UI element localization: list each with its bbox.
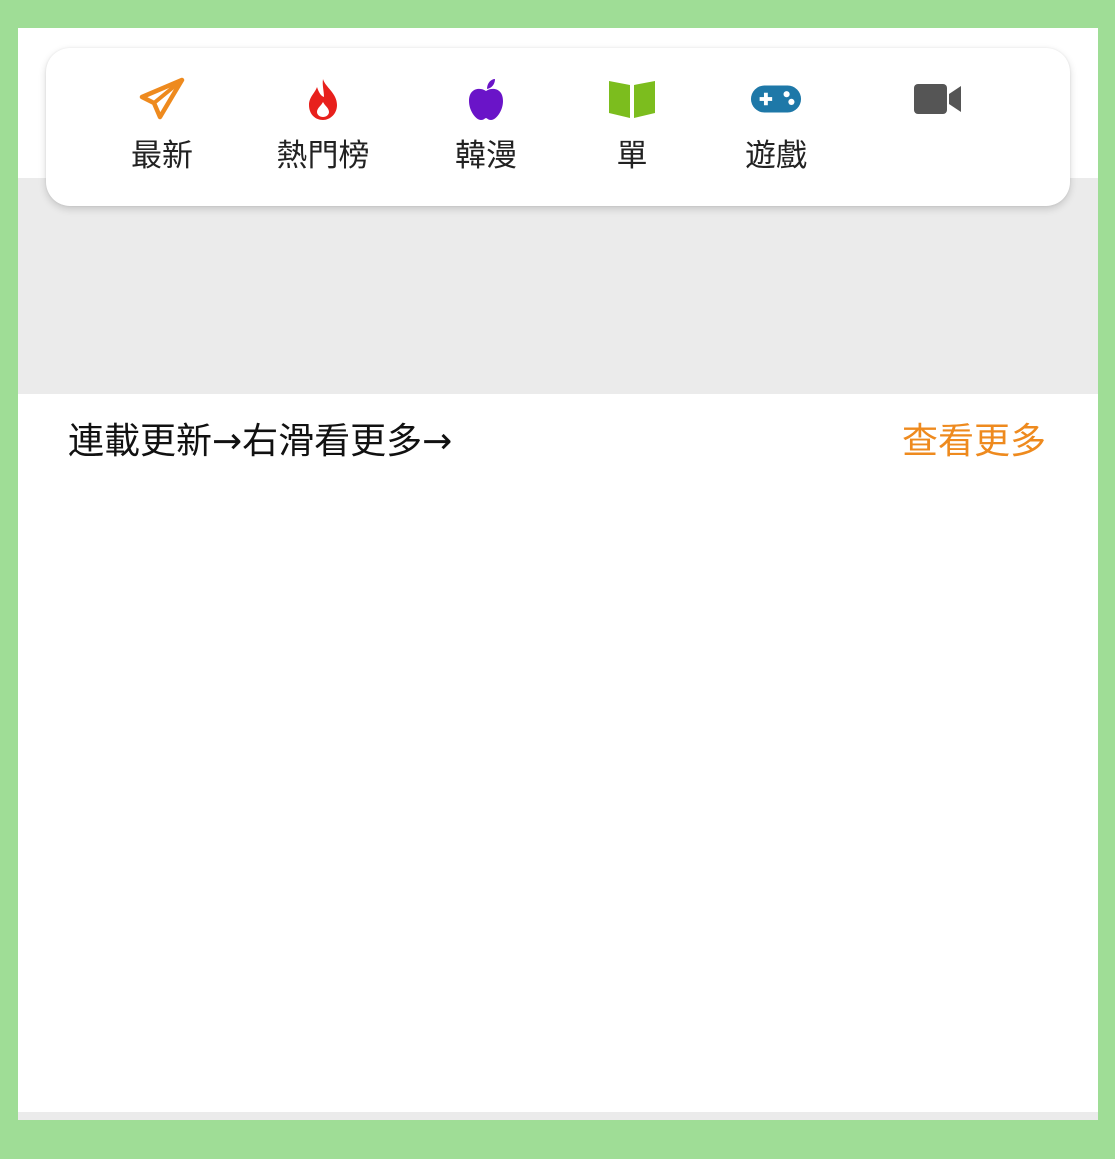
apple-icon bbox=[460, 76, 512, 122]
fire-icon bbox=[297, 76, 349, 122]
nav-label: 遊戲 bbox=[745, 138, 807, 174]
category-nav-card: 最新 熱門榜 韓漫 單 遊戲 bbox=[46, 48, 1070, 206]
nav-item-korean-manhwa[interactable]: 韓漫 bbox=[434, 48, 538, 206]
nav-label: 韓漫 bbox=[455, 138, 517, 174]
nav-label: 最新 bbox=[131, 138, 193, 174]
banner-area bbox=[18, 178, 1098, 394]
nav-label: 熱門榜 bbox=[276, 138, 370, 174]
nav-item-games[interactable]: 遊戲 bbox=[724, 48, 828, 206]
nav-label: 單 bbox=[616, 138, 648, 174]
video-camera-icon bbox=[912, 76, 964, 122]
view-more-link[interactable]: 查看更多 bbox=[902, 420, 1046, 464]
nav-item-latest[interactable]: 最新 bbox=[110, 48, 214, 206]
nav-item-video[interactable] bbox=[886, 48, 990, 206]
app-screen: 最新 熱門榜 韓漫 單 遊戲 連載更新→右滑看更多→ 查看更多 bbox=[18, 28, 1098, 1120]
section-title: 連載更新→右滑看更多→ bbox=[68, 421, 453, 462]
nav-item-hot-ranking[interactable]: 熱門榜 bbox=[268, 48, 378, 206]
open-book-icon bbox=[606, 76, 658, 122]
bottom-divider bbox=[18, 1112, 1098, 1120]
paper-plane-icon bbox=[136, 76, 188, 122]
gamepad-icon bbox=[750, 76, 802, 122]
nav-item-single[interactable]: 單 bbox=[580, 48, 684, 206]
